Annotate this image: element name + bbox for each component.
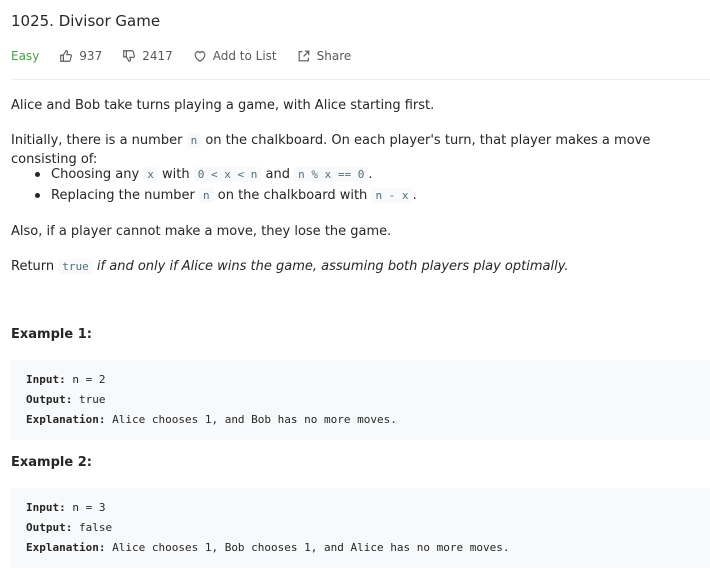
example-input-line: Input: n = 2 [26, 373, 106, 386]
example-explanation-line: Explanation: Alice chooses 1, and Bob ha… [26, 413, 397, 426]
example-1-heading: Example 1: [11, 327, 92, 342]
inline-code: 0 < x < n [193, 167, 262, 182]
inline-code: n % x == 0 [294, 167, 369, 182]
heart-icon [194, 51, 206, 62]
share-icon [298, 50, 310, 62]
thumbs-down-icon [123, 50, 136, 62]
example-2-block: Input: n = 3 Output: false Explanation: … [11, 488, 710, 568]
problem-meta-bar: Easy 937 2417 Add to List Share [11, 47, 371, 65]
example-output-line: Output: false [26, 521, 113, 534]
add-to-list-label: Add to List [212, 49, 277, 63]
problem-title: 1025. Divisor Game [11, 12, 161, 30]
example-explanation-line: Explanation: Alice chooses 1, Bob choose… [26, 541, 510, 554]
dislike-button[interactable]: 2417 [122, 49, 173, 63]
like-count: 937 [79, 49, 103, 63]
inline-code: n [199, 188, 214, 203]
example-2-heading: Example 2: [11, 455, 92, 470]
example-output-line: Output: true [26, 393, 106, 406]
share-label: Share [316, 49, 352, 63]
difficulty-badge: Easy [11, 49, 40, 63]
problem-page: 1025. Divisor Game Easy 937 2417 Add to … [0, 0, 710, 582]
inline-code: n [186, 133, 202, 148]
description-paragraph-1: Alice and Bob take turns playing a game,… [11, 98, 435, 113]
inline-code: n - x [371, 188, 413, 203]
thumbs-up-icon [60, 50, 73, 62]
list-item: Replacing the number n on the chalkboard… [11, 185, 706, 206]
add-to-list-button[interactable]: Add to List [193, 49, 277, 63]
example-input-line: Input: n = 3 [26, 501, 106, 514]
description-paragraph-4: Return true if and only if Alice wins th… [11, 259, 569, 274]
like-button[interactable]: 937 [59, 49, 102, 63]
header-divider [11, 79, 710, 80]
description-paragraph-3: Also, if a player cannot make a move, th… [11, 224, 392, 239]
inline-code: x [143, 167, 158, 182]
dislike-count: 2417 [142, 49, 173, 63]
inline-code: true [58, 259, 93, 274]
list-item: Choosing any x with 0 < x < n and n % x … [11, 164, 706, 185]
example-1-block: Input: n = 2 Output: true Explanation: A… [11, 360, 710, 440]
move-rules-list: Choosing any x with 0 < x < n and n % x … [11, 164, 706, 206]
share-button[interactable]: Share [297, 49, 352, 63]
